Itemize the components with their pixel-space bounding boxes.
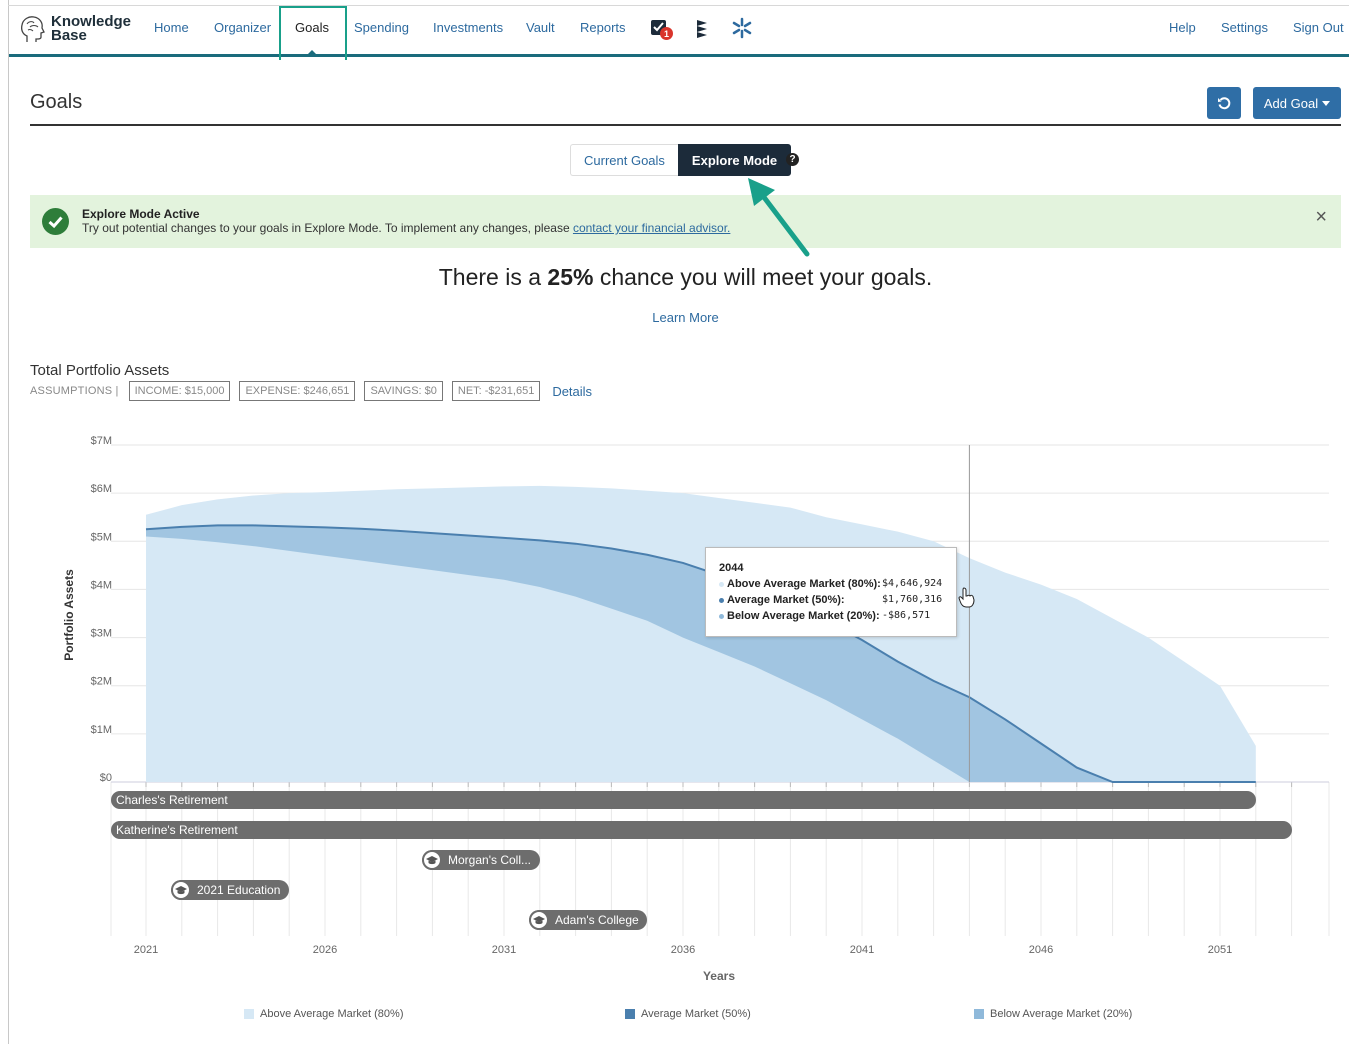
tooltip-series-name: Average Market (50%): bbox=[727, 594, 845, 606]
y-tick-label: $3M bbox=[91, 628, 112, 640]
tooltip-year: 2044 bbox=[719, 562, 744, 574]
legend-swatch bbox=[974, 1009, 984, 1019]
x-tick-label: 2036 bbox=[671, 944, 695, 956]
legend-label: Above Average Market (80%) bbox=[260, 1008, 404, 1020]
x-tick-label: 2021 bbox=[134, 944, 158, 956]
goal-label: 2021 Education bbox=[197, 883, 281, 897]
tooltip-series-name: Below Average Market (20%): bbox=[727, 610, 880, 622]
x-tick-label: 2046 bbox=[1029, 944, 1053, 956]
tooltip-series-name: Above Average Market (80%): bbox=[727, 578, 881, 590]
goal-adams-college[interactable]: Adam's College bbox=[529, 910, 647, 930]
goal-2021-education[interactable]: 2021 Education bbox=[171, 880, 289, 900]
chart-tooltip: 2044 Above Average Market (80%): $4,646,9… bbox=[705, 547, 957, 637]
y-axis-title: Portfolio Assets bbox=[62, 569, 76, 661]
series-dot bbox=[719, 597, 724, 603]
y-tick-label: $5M bbox=[91, 531, 112, 543]
tooltip-row-below: Below Average Market (20%): -$86,571 bbox=[719, 610, 930, 622]
goal-morgan-college[interactable]: Morgan's Coll... bbox=[422, 850, 540, 870]
hand-cursor-icon bbox=[958, 587, 975, 608]
goal-bar-katherine-retirement[interactable]: Katherine's Retirement bbox=[111, 821, 1292, 839]
y-tick-label: $4M bbox=[91, 579, 112, 591]
x-axis-title: Years bbox=[703, 969, 735, 983]
goal-label: Morgan's Coll... bbox=[448, 853, 531, 867]
tooltip-row-average: Average Market (50%): $1,760,316 bbox=[719, 594, 942, 606]
goal-bar-charles-retirement[interactable]: Charles's Retirement bbox=[111, 791, 1256, 809]
legend-below-average[interactable]: Below Average Market (20%) bbox=[974, 1008, 1132, 1020]
y-tick-label: $6M bbox=[91, 483, 112, 495]
x-tick-label: 2031 bbox=[492, 944, 516, 956]
legend-label: Below Average Market (20%) bbox=[990, 1008, 1133, 1020]
goal-label: Adam's College bbox=[555, 913, 639, 927]
legend-swatch bbox=[625, 1009, 635, 1019]
x-tick-label: 2041 bbox=[850, 944, 874, 956]
goal-label: Charles's Retirement bbox=[116, 793, 228, 807]
graduation-cap-icon bbox=[171, 880, 191, 900]
y-tick-label: $0 bbox=[100, 772, 112, 784]
series-dot bbox=[719, 581, 724, 587]
legend-above-average[interactable]: Above Average Market (80%) bbox=[244, 1008, 403, 1020]
legend-swatch bbox=[244, 1009, 254, 1019]
y-tick-label: $2M bbox=[91, 676, 112, 688]
y-tick-label: $7M bbox=[91, 435, 112, 447]
series-dot bbox=[719, 613, 724, 619]
x-tick-label: 2026 bbox=[313, 944, 337, 956]
x-tick-label: 2051 bbox=[1208, 944, 1232, 956]
tooltip-series-value: $1,760,316 bbox=[882, 594, 943, 605]
tooltip-series-value: $4,646,924 bbox=[882, 578, 943, 589]
graduation-cap-icon bbox=[529, 910, 549, 930]
tooltip-series-value: -$86,571 bbox=[882, 610, 931, 621]
tooltip-row-above: Above Average Market (80%): $4,646,924 bbox=[719, 578, 942, 590]
legend-average[interactable]: Average Market (50%) bbox=[625, 1008, 751, 1020]
graduation-cap-icon bbox=[422, 850, 442, 870]
goal-label: Katherine's Retirement bbox=[116, 823, 238, 837]
y-tick-label: $1M bbox=[91, 724, 112, 736]
legend-label: Average Market (50%) bbox=[641, 1008, 751, 1020]
